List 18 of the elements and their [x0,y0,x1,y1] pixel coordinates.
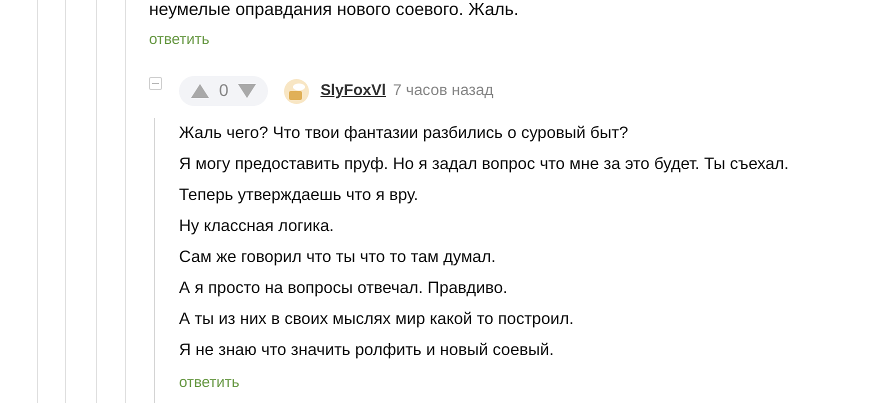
comment-text: Теперь утверждаешь что я вру. [179,185,420,206]
vote-score: 0 [219,80,228,102]
reply-link[interactable]: ответить [149,29,210,52]
comment-text: Я не знаю что значить ролфить и новый соевый. [179,340,555,361]
collapse-button[interactable] [149,76,162,90]
comment-text: неумелые оправдания нового соевого. Жаль. [149,0,520,21]
comment-text: А я просто на вопросы отвечал. Правдиво. [179,278,509,299]
comment-text: Жаль чего? Что твои фантазии разбились о суровый быт? [179,123,630,144]
comment-text: Сам же говорил что ты что то там думал. [179,247,497,268]
comment-time: 7 часов назад [392,81,494,102]
downvote-button[interactable] [238,84,256,98]
comment-text: Ну классная логика. [179,216,335,237]
comment-text: Я могу предоставить пруф. Но я задал вопрос что мне за это будет. Ты съехал. [179,154,789,175]
comment-text: А ты из них в своих мыслях мир какой то построил. [179,309,575,330]
reply-link[interactable]: ответить [179,372,240,394]
upvote-button[interactable] [191,84,209,98]
avatar[interactable] [284,78,310,104]
author-name[interactable]: SlyFoxVl [320,79,386,103]
